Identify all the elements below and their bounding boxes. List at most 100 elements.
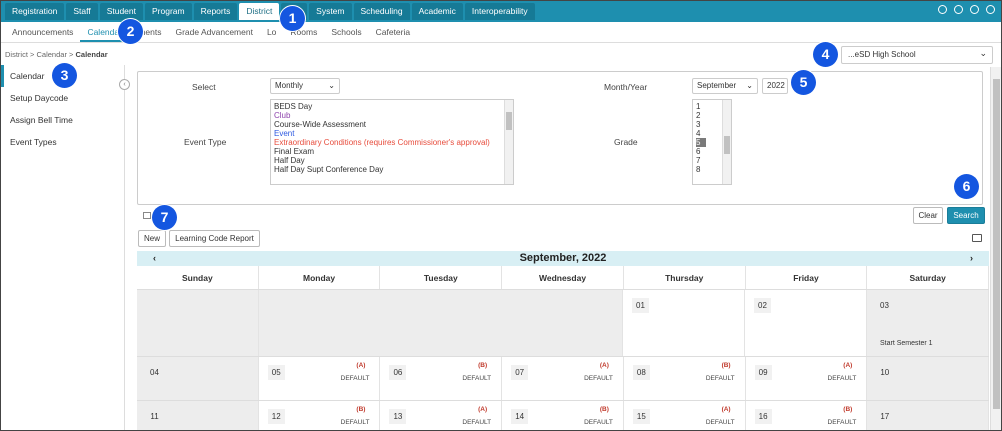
topnav-tab-program[interactable]: Program: [145, 3, 192, 20]
settings-icon[interactable]: [938, 5, 947, 14]
subnav-tab-announcements[interactable]: Announcements: [5, 22, 80, 42]
calendar-header: ‹ September, 2022 ›: [137, 251, 989, 266]
calendar: ‹ September, 2022 › Sunday Monday Tuesday W…: [137, 251, 990, 430]
breadcrumb-calendar[interactable]: Calendar: [37, 50, 67, 59]
calendar-day-cell[interactable]: 17: [867, 401, 990, 430]
printer-icon[interactable]: [972, 234, 982, 242]
chevron-down-icon: ⌄: [746, 81, 753, 90]
calendar-day-cell[interactable]: [259, 290, 623, 356]
rotation-label: (A): [478, 406, 488, 413]
calendar-day-cell[interactable]: 07 (A) DEFAULT: [502, 357, 624, 400]
calendar-day-cell[interactable]: 13 (A) DEFAULT: [380, 401, 503, 430]
chevron-down-icon: ⌄: [328, 81, 335, 90]
breadcrumb: District > Calendar > Calendar: [5, 50, 108, 59]
day-header-wednesday: Wednesday: [502, 266, 624, 289]
grade-option[interactable]: 8: [696, 165, 700, 174]
day-number: 09: [754, 365, 772, 380]
calendar-day-cell[interactable]: 03 Start Semester 1: [867, 290, 989, 356]
topnav-tab-registration[interactable]: Registration: [5, 3, 65, 20]
calendar-day-cell[interactable]: 05 (A) DEFAULT: [259, 357, 381, 400]
calendar-day-cell[interactable]: 01: [623, 290, 745, 356]
topnav-tab-scheduling[interactable]: Scheduling: [353, 3, 410, 20]
subnav-tab-lo[interactable]: Lo: [260, 22, 283, 42]
calendar-day-cell[interactable]: 06 (B) DEFAULT: [380, 357, 503, 400]
day-number: 04: [150, 368, 159, 377]
year-input[interactable]: 2022: [762, 78, 788, 94]
calendar-day-cell[interactable]: [137, 290, 259, 356]
grade-option[interactable]: 3: [696, 120, 700, 129]
calendar-day-cell[interactable]: 11: [137, 401, 259, 430]
month-select[interactable]: September ⌄: [692, 78, 758, 94]
calendar-day-cell[interactable]: 04: [137, 357, 259, 400]
daycode-label: DEFAULT: [827, 419, 857, 426]
subnav-tab-cafeteria[interactable]: Cafeteria: [369, 22, 418, 42]
sidebar-item-setup-daycode[interactable]: Setup Daycode: [1, 87, 124, 109]
topnav-tab-interoperability[interactable]: Interoperability: [464, 3, 535, 20]
topnav-tab-reports[interactable]: Reports: [193, 3, 238, 20]
day-number: 01: [632, 298, 649, 313]
page-scrollbar[interactable]: [990, 67, 1001, 430]
day-of-week-row: Sunday Monday Tuesday Wednesday Thursday Frid…: [137, 266, 990, 290]
sidebar-item-event-types[interactable]: Event Types: [1, 131, 124, 153]
rotation-label: (A): [599, 362, 609, 369]
event-type-option[interactable]: Half Day Supt Conference Day: [274, 165, 510, 174]
calendar-day-cell[interactable]: 09 (A) DEFAULT: [746, 357, 868, 400]
calendar-day-cell[interactable]: 16 (B) DEFAULT: [746, 401, 868, 430]
grade-option[interactable]: 4: [696, 129, 700, 138]
grade-option[interactable]: 7: [696, 156, 700, 165]
event-type-option[interactable]: Final Exam: [274, 147, 510, 156]
grade-option[interactable]: 6: [696, 147, 700, 156]
search-button[interactable]: Search: [947, 207, 985, 224]
learning-code-report-button[interactable]: Learning Code Report: [169, 230, 260, 247]
grade-option[interactable]: 5: [696, 138, 707, 147]
calendar-event[interactable]: Start Semester 1: [880, 340, 933, 347]
topnav-tab-student[interactable]: Student: [99, 3, 143, 20]
month-year-label: Month/Year: [604, 82, 648, 92]
rotation-label: (A): [356, 362, 366, 369]
grade-scrollbar[interactable]: [722, 100, 731, 184]
calendar-day-cell[interactable]: 15 (A) DEFAULT: [624, 401, 746, 430]
event-type-option[interactable]: Event: [274, 129, 510, 138]
event-type-option[interactable]: Extraordinary Conditions (requires Commi…: [274, 138, 510, 147]
clear-button[interactable]: Clear: [913, 207, 943, 224]
grade-option[interactable]: 2: [696, 111, 700, 120]
new-button[interactable]: New: [138, 230, 166, 247]
view-select[interactable]: Monthly ⌄: [270, 78, 340, 94]
calendar-day-cell[interactable]: 08 (B) DEFAULT: [624, 357, 746, 400]
day-number: 03: [880, 301, 889, 310]
daycode-label: DEFAULT: [462, 419, 492, 426]
breadcrumb-district[interactable]: District: [5, 50, 28, 59]
mail-icon[interactable]: [986, 5, 995, 14]
top-navigation: Registration Staff Student Program Reports Di…: [1, 1, 1001, 22]
callout-3: 3: [52, 63, 77, 88]
calendar-day-cell[interactable]: 14 (B) DEFAULT: [502, 401, 624, 430]
topnav-tab-system[interactable]: System: [309, 3, 352, 20]
calendar-day-cell[interactable]: 12 (B) DEFAULT: [259, 401, 381, 430]
event-type-option[interactable]: BEDS Day: [274, 102, 510, 111]
sidebar-item-assign-bell-time[interactable]: Assign Bell Time: [1, 109, 124, 131]
next-month-icon[interactable]: ›: [970, 251, 973, 266]
grade-option[interactable]: 1: [696, 102, 700, 111]
subnav-tab-schools[interactable]: Schools: [324, 22, 368, 42]
day-number: 10: [880, 368, 890, 377]
event-type-option[interactable]: Course-Wide Assessment: [274, 120, 510, 129]
prev-month-icon[interactable]: ‹: [153, 251, 156, 266]
collapse-sidebar-button[interactable]: ‹: [119, 79, 130, 90]
calendar-day-cell[interactable]: 02: [745, 290, 867, 356]
day-number: 17: [880, 412, 890, 421]
export-icon[interactable]: [143, 212, 151, 219]
daycode-label: DEFAULT: [340, 419, 370, 426]
help-icon[interactable]: [970, 5, 979, 14]
user-icon[interactable]: [954, 5, 963, 14]
calendar-day-cell[interactable]: 10: [867, 357, 990, 400]
event-type-scrollbar[interactable]: [504, 100, 513, 184]
topnav-tab-district[interactable]: District: [239, 3, 280, 20]
subnav-tab-grade-advancement[interactable]: Grade Advancement: [168, 22, 260, 42]
event-type-option[interactable]: Club: [274, 111, 510, 120]
topnav-tab-academic[interactable]: Academic: [411, 3, 463, 20]
grade-list[interactable]: 12345678: [692, 99, 732, 185]
school-select[interactable]: ...eSD High School: [841, 45, 993, 64]
topnav-tab-staff[interactable]: Staff: [66, 3, 98, 20]
event-type-option[interactable]: Half Day: [274, 156, 510, 165]
event-type-list[interactable]: BEDS Day Club Course-Wide Assessment Event E…: [270, 99, 514, 185]
